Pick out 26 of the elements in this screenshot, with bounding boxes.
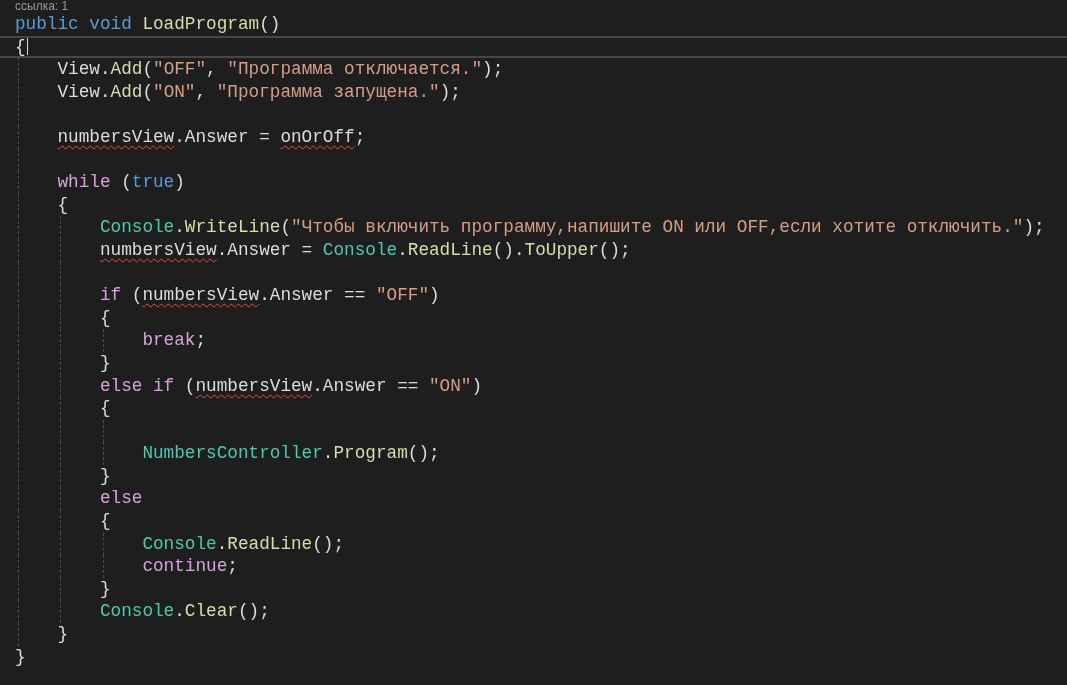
code-line: continue;	[0, 555, 1067, 578]
code-line: while (true)	[0, 171, 1067, 194]
code-line: Console.ReadLine();	[0, 532, 1067, 556]
code-line: {	[0, 35, 1067, 59]
reference-count-link[interactable]: ссылка: 1	[0, 0, 69, 13]
code-line: public void LoadProgram()	[14, 13, 282, 36]
code-line: View.Add("OFF", "Программа отключается.");	[0, 58, 1067, 81]
code-line: Console.WriteLine("Чтобы включить программу,напишите ON или OFF,если хотите отключить.");	[0, 216, 1067, 239]
code-line: {	[0, 193, 1067, 217]
code-line: numbersView.Answer = Console.ReadLine().ToUpper();	[0, 238, 1067, 262]
code-line: NumbersController.Program();	[0, 442, 1067, 465]
code-line: }	[0, 577, 1067, 601]
code-line: {	[0, 306, 1067, 330]
code-line: if (numbersView.Answer == "OFF")	[0, 284, 1067, 307]
code-line: else	[0, 487, 1067, 511]
code-line: }	[14, 645, 27, 669]
code-line: }	[0, 464, 1067, 488]
code-line: Console.Clear();	[0, 600, 1067, 624]
code-line: else if (numbersView.Answer == "ON")	[0, 374, 1067, 398]
code-line: {	[0, 397, 1067, 420]
code-line: }	[0, 351, 1067, 375]
code-line: break;	[0, 329, 1067, 352]
code-line: numbersView.Answer = onOrOff;	[0, 125, 1067, 149]
code-line: View.Add("ON", "Программа запущена.");	[0, 80, 1067, 104]
code-line: {	[0, 510, 1067, 533]
code-line: }	[0, 623, 1067, 646]
